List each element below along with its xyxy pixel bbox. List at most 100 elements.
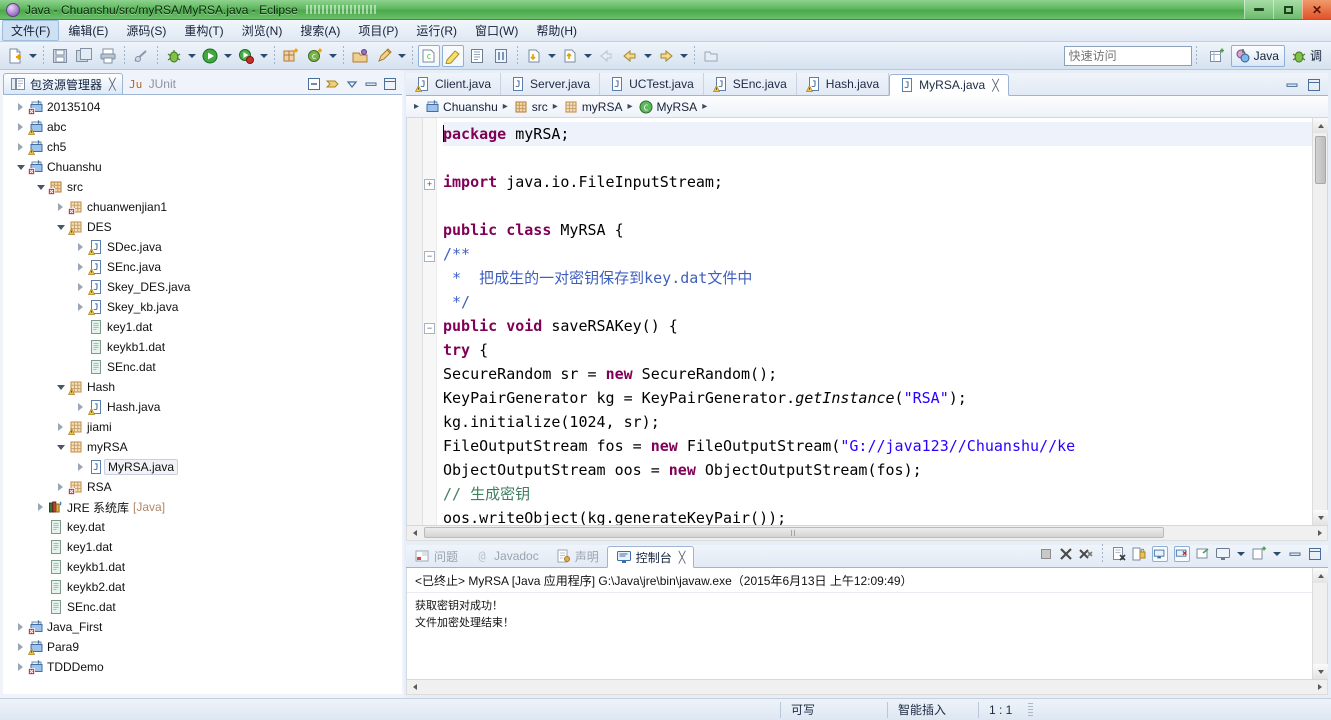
- scroll-up-arrow[interactable]: [1313, 118, 1328, 133]
- tree-item[interactable]: Hash: [4, 377, 401, 397]
- maximize-console-icon[interactable]: [1307, 546, 1323, 562]
- editor-vertical-scrollbar[interactable]: [1312, 118, 1328, 525]
- view-menu-icon[interactable]: [344, 76, 360, 92]
- open-console-new-icon[interactable]: [1195, 546, 1211, 562]
- tree-item[interactable]: DES: [4, 217, 401, 237]
- expand-arrow-icon[interactable]: [74, 263, 87, 271]
- new-class-dropdown-arrow[interactable]: [327, 45, 339, 67]
- menu-search[interactable]: 搜索(A): [291, 20, 349, 41]
- expand-arrow-icon[interactable]: [14, 623, 27, 631]
- tree-item[interactable]: J Hash.java: [4, 397, 401, 417]
- tree-item[interactable]: key1.dat: [4, 537, 401, 557]
- print-button[interactable]: [97, 45, 119, 67]
- link-with-editor-icon[interactable]: [325, 76, 341, 92]
- editor-tab-server-java[interactable]: J Server.java: [501, 73, 601, 95]
- console-vertical-scrollbar[interactable]: [1312, 568, 1328, 679]
- next-annotation-button[interactable]: [523, 45, 545, 67]
- maximize-view-icon[interactable]: [382, 76, 398, 92]
- expand-arrow-icon[interactable]: [14, 123, 27, 131]
- tab-close-icon[interactable]: ╳: [992, 79, 999, 92]
- folding-column[interactable]: + − −: [423, 118, 437, 525]
- expand-arrow-icon[interactable]: [14, 643, 27, 651]
- quick-access-input[interactable]: [1063, 45, 1192, 66]
- tree-item[interactable]: keykb2.dat: [4, 577, 401, 597]
- tree-item[interactable]: key1.dat: [4, 317, 401, 337]
- display-console-icon[interactable]: [1215, 546, 1231, 562]
- expand-arrow-icon[interactable]: [74, 403, 87, 411]
- close-button[interactable]: ✕: [1302, 0, 1331, 19]
- tree-item[interactable]: J SEnc.java: [4, 257, 401, 277]
- new-console-dropdown-arrow[interactable]: [1271, 543, 1283, 565]
- open-perspective-button[interactable]: [1206, 45, 1228, 67]
- new-console-view-icon[interactable]: [1251, 546, 1267, 562]
- display-console-dropdown-arrow[interactable]: [1235, 543, 1247, 565]
- editor-overview-ruler-left[interactable]: [407, 118, 423, 525]
- tab-close-icon[interactable]: ╳: [679, 551, 686, 564]
- collapse-arrow-icon[interactable]: [54, 385, 67, 390]
- tree-item[interactable]: SEnc.dat: [4, 597, 401, 617]
- menu-project[interactable]: 项目(P): [349, 20, 407, 41]
- history-dropdown-arrow[interactable]: [642, 45, 654, 67]
- expand-arrow-icon[interactable]: [74, 463, 87, 471]
- search-dropdown-arrow[interactable]: [396, 45, 408, 67]
- editor-tab-uctest-java[interactable]: J UCTest.java: [600, 73, 704, 95]
- tree-item[interactable]: RSA: [4, 477, 401, 497]
- tree-item[interactable]: myRSA: [4, 437, 401, 457]
- maximize-editor-icon[interactable]: [1306, 77, 1322, 93]
- previous-annotation-button[interactable]: [559, 45, 581, 67]
- tab-console[interactable]: 控制台 ╳: [606, 546, 695, 568]
- console-scroll-right-arrow[interactable]: [1312, 680, 1327, 693]
- tree-item[interactable]: keykb1.dat: [4, 557, 401, 577]
- breadcrumb-item-myrsa[interactable]: C MyRSA: [638, 99, 697, 115]
- tab-problems[interactable]: 问题: [406, 545, 466, 567]
- scroll-lock-icon[interactable]: [1131, 546, 1147, 562]
- toggle-mark-occurrences-button[interactable]: C: [418, 44, 440, 67]
- expand-arrow-icon[interactable]: [14, 143, 27, 151]
- search-button[interactable]: [373, 45, 395, 67]
- expand-arrow-icon[interactable]: [54, 203, 67, 211]
- forward-button[interactable]: [655, 45, 677, 67]
- pin-console-icon[interactable]: [1152, 546, 1168, 562]
- tree-item[interactable]: keykb1.dat: [4, 337, 401, 357]
- scroll-down-arrow[interactable]: [1313, 510, 1328, 525]
- tree-item[interactable]: 20135104: [4, 97, 401, 117]
- tab-junit[interactable]: Ju JUnit: [123, 73, 182, 94]
- toggle-breakpoint-button[interactable]: [130, 45, 152, 67]
- minimize-console-icon[interactable]: [1287, 546, 1303, 562]
- tab-declaration[interactable]: 声明: [547, 545, 607, 567]
- external-tools-dropdown-arrow[interactable]: [258, 45, 270, 67]
- menu-window[interactable]: 窗口(W): [466, 20, 527, 41]
- tree-item[interactable]: chuanwenjian1: [4, 197, 401, 217]
- tree-item[interactable]: J MyRSA.java: [4, 457, 401, 477]
- tree-item[interactable]: ch5: [4, 137, 401, 157]
- previous-annotation-dropdown-arrow[interactable]: [582, 45, 594, 67]
- menu-source[interactable]: 源码(S): [117, 20, 175, 41]
- tab-javadoc[interactable]: @ Javadoc: [466, 545, 547, 567]
- tree-item[interactable]: key.dat: [4, 517, 401, 537]
- menu-navigate[interactable]: 浏览(N): [233, 20, 292, 41]
- expand-arrow-icon[interactable]: [74, 283, 87, 291]
- run-button[interactable]: [199, 45, 221, 67]
- new-dropdown-arrow[interactable]: [27, 45, 39, 67]
- breadcrumb-item-myrsa[interactable]: myRSA: [563, 99, 622, 115]
- menu-refactor[interactable]: 重构(T): [175, 20, 232, 41]
- tree-item[interactable]: J Skey_DES.java: [4, 277, 401, 297]
- project-tree[interactable]: 20135104 abc ch5 Chuanshu src chuanwenjian1 DE…: [3, 95, 402, 694]
- tab-close-icon[interactable]: ╳: [109, 78, 116, 91]
- perspective-java-button[interactable]: Java: [1230, 44, 1285, 67]
- display-selected-console-icon[interactable]: [1174, 546, 1190, 562]
- terminate-icon[interactable]: [1038, 546, 1054, 562]
- new-java-package-button[interactable]: [280, 45, 302, 67]
- back-button[interactable]: [595, 45, 617, 67]
- forward-dropdown-arrow[interactable]: [678, 45, 690, 67]
- editor-hscroll-thumb[interactable]: [424, 527, 1164, 538]
- expand-arrow-icon[interactable]: [14, 663, 27, 671]
- collapse-arrow-icon[interactable]: [54, 445, 67, 450]
- save-button[interactable]: [49, 45, 71, 67]
- maximize-button[interactable]: [1273, 0, 1302, 19]
- new-java-class-button[interactable]: C: [304, 45, 326, 67]
- remove-launch-icon[interactable]: [1058, 546, 1074, 562]
- forward-history-button[interactable]: [619, 45, 641, 67]
- expand-arrow-icon[interactable]: [14, 103, 27, 111]
- run-external-tools-button[interactable]: [235, 45, 257, 67]
